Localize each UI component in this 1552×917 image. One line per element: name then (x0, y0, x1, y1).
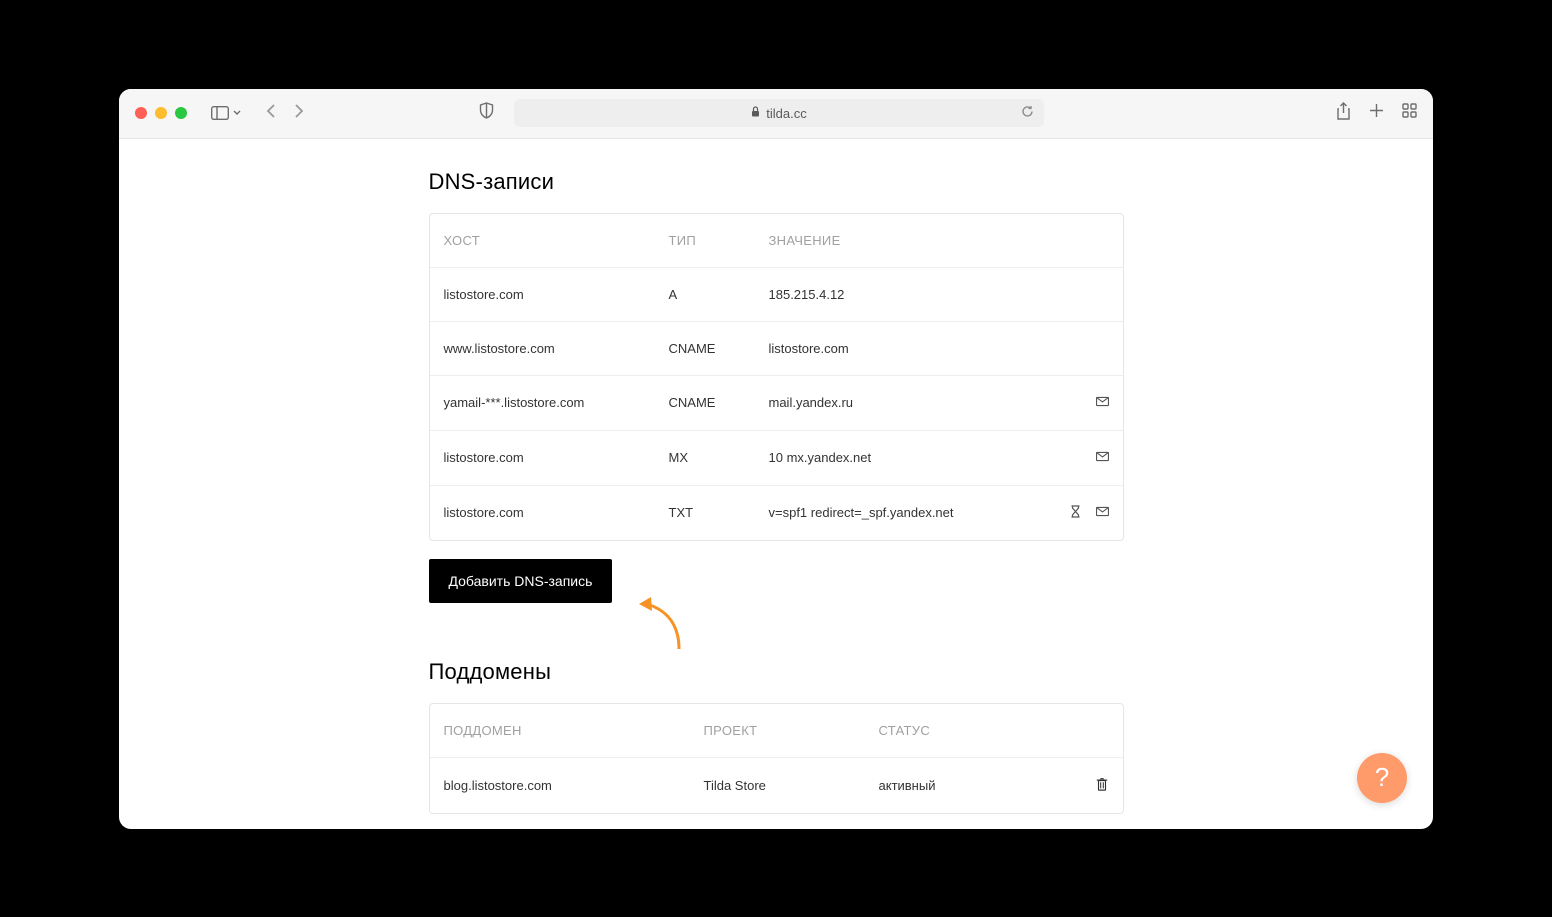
cell-subdomain: blog.listostore.com (444, 778, 704, 793)
cell-type: TXT (669, 505, 769, 520)
minimize-window-button[interactable] (155, 107, 167, 119)
close-window-button[interactable] (135, 107, 147, 119)
cell-actions (1069, 777, 1109, 794)
cell-type: CNAME (669, 395, 769, 410)
annotation-arrow-icon (639, 594, 689, 654)
chevron-down-icon (233, 109, 241, 117)
reload-icon (1021, 105, 1034, 118)
subdomains-section-title: Поддомены (429, 659, 1124, 685)
dns-section-title: DNS-записи (429, 169, 1124, 195)
delete-button[interactable] (1095, 777, 1109, 794)
browser-toolbar: tilda.cc (119, 89, 1433, 139)
help-button[interactable]: ? (1357, 753, 1407, 803)
cell-status: активный (879, 778, 1069, 793)
col-header-status: СТАТУС (879, 723, 1069, 738)
nav-arrows (265, 103, 305, 124)
hourglass-icon (1069, 505, 1082, 518)
table-row[interactable]: blog.listostore.comTilda Storeактивный (430, 757, 1123, 813)
page-content: DNS-записи ХОСТ ТИП ЗНАЧЕНИЕ listostore.… (119, 139, 1433, 829)
cell-host: www.listostore.com (444, 341, 669, 356)
privacy-shield-icon[interactable] (479, 102, 494, 124)
subdomains-table-header: ПОДДОМЕН ПРОЕКТ СТАТУС (430, 704, 1123, 757)
cell-icons (1049, 505, 1109, 521)
dns-table-header: ХОСТ ТИП ЗНАЧЕНИЕ (430, 214, 1123, 267)
cell-value: 185.215.4.12 (769, 287, 1049, 302)
chevron-left-icon (265, 103, 277, 119)
sidebar-icon (211, 106, 229, 120)
tabs-overview-button[interactable] (1402, 103, 1417, 123)
table-row[interactable]: listostore.comMX10 mx.yandex.net (430, 430, 1123, 485)
table-row[interactable]: yamail-***.listostore.comCNAMEmail.yande… (430, 375, 1123, 430)
col-header-subdomain: ПОДДОМЕН (444, 723, 704, 738)
share-button[interactable] (1336, 102, 1351, 125)
table-row[interactable]: listostore.comA185.215.4.12 (430, 267, 1123, 321)
cell-value: mail.yandex.ru (769, 395, 1049, 410)
cell-value: v=spf1 redirect=_spf.yandex.net (769, 505, 1049, 520)
mail-icon-wrap (1096, 450, 1109, 466)
toolbar-right (1336, 102, 1417, 125)
table-row[interactable]: www.listostore.comCNAMElistostore.com (430, 321, 1123, 375)
sidebar-toggle[interactable] (211, 106, 241, 120)
dns-table: ХОСТ ТИП ЗНАЧЕНИЕ listostore.comA185.215… (429, 213, 1124, 541)
help-label: ? (1375, 762, 1389, 793)
lock-icon (751, 106, 760, 120)
cell-icons (1049, 395, 1109, 411)
cell-value: listostore.com (769, 341, 1049, 356)
col-header-type: ТИП (669, 233, 769, 248)
col-header-project: ПРОЕКТ (704, 723, 879, 738)
cell-project: Tilda Store (704, 778, 879, 793)
mail-icon (1096, 395, 1109, 408)
cell-host: listostore.com (444, 287, 669, 302)
col-header-host: ХОСТ (444, 233, 669, 248)
share-icon (1336, 102, 1351, 120)
cell-host: listostore.com (444, 450, 669, 465)
url-bar[interactable]: tilda.cc (514, 99, 1044, 127)
maximize-window-button[interactable] (175, 107, 187, 119)
cell-icons (1049, 450, 1109, 466)
table-row[interactable]: listostore.comTXTv=spf1 redirect=_spf.ya… (430, 485, 1123, 540)
subdomains-table: ПОДДОМЕН ПРОЕКТ СТАТУС blog.listostore.c… (429, 703, 1124, 814)
cell-type: CNAME (669, 341, 769, 356)
reload-button[interactable] (1021, 105, 1034, 121)
plus-icon (1369, 103, 1384, 118)
traffic-lights (135, 107, 187, 119)
mail-icon (1096, 450, 1109, 463)
mail-icon (1096, 505, 1109, 518)
new-tab-button[interactable] (1369, 103, 1384, 123)
grid-icon (1402, 103, 1417, 118)
pending-icon-wrap (1069, 505, 1082, 521)
cell-host: listostore.com (444, 505, 669, 520)
trash-icon (1095, 777, 1109, 791)
url-text: tilda.cc (766, 106, 806, 121)
col-header-value: ЗНАЧЕНИЕ (769, 233, 1049, 248)
cell-host: yamail-***.listostore.com (444, 395, 669, 410)
add-dns-record-button[interactable]: Добавить DNS-запись (429, 559, 613, 603)
browser-window: tilda.cc DNS-записи ХОСТ ТИП (119, 89, 1433, 829)
cell-value: 10 mx.yandex.net (769, 450, 1049, 465)
forward-button[interactable] (293, 103, 305, 124)
chevron-right-icon (293, 103, 305, 119)
cell-type: A (669, 287, 769, 302)
mail-icon-wrap (1096, 395, 1109, 411)
cell-type: MX (669, 450, 769, 465)
mail-icon-wrap (1096, 505, 1109, 521)
back-button[interactable] (265, 103, 277, 124)
